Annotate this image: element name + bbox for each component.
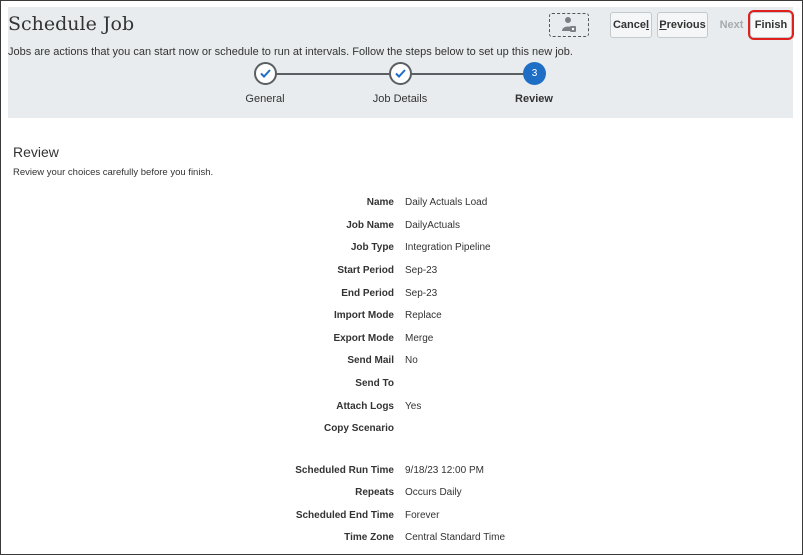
step-job-details-check-icon[interactable]: [389, 62, 412, 85]
user-lock-icon[interactable]: [549, 13, 589, 37]
cancel-button-accesskey: l: [645, 19, 650, 31]
field-value: Merge: [405, 333, 434, 344]
next-button[interactable]: Next: [713, 12, 750, 38]
schedule-row: Repeats Occurs Daily: [1, 487, 803, 505]
train-connector-1: [275, 73, 401, 75]
step-label-job-details[interactable]: Job Details: [355, 93, 445, 105]
cancel-button[interactable]: Cance l: [610, 12, 652, 38]
field-value: 9/18/23 12:00 PM: [405, 465, 484, 476]
field-label: Export Mode: [333, 333, 394, 344]
review-title: Review: [13, 144, 59, 160]
field-value: Sep-23: [405, 288, 438, 299]
field-label: Job Name: [346, 220, 394, 231]
field-value: Sep-23: [405, 265, 438, 276]
field-row: Export Mode Merge: [1, 333, 803, 351]
field-value: No: [405, 355, 418, 366]
field-row: Attach Logs Yes: [1, 401, 803, 419]
schedule-row: Scheduled Run Time 9/18/23 12:00 PM: [1, 465, 803, 483]
field-value: Integration Pipeline: [405, 242, 491, 253]
finish-highlight: [748, 10, 794, 40]
field-row: Send Mail No: [1, 355, 803, 373]
field-value: Daily Actuals Load: [405, 197, 488, 208]
field-label: Scheduled Run Time: [295, 465, 394, 476]
field-value: Occurs Daily: [405, 487, 462, 498]
field-label: Name: [366, 197, 394, 208]
field-label: Scheduled End Time: [295, 510, 394, 521]
field-label: Attach Logs: [336, 401, 394, 412]
step-label-general[interactable]: General: [220, 93, 310, 105]
field-value: Replace: [405, 310, 442, 321]
field-row: Send To: [1, 378, 803, 396]
field-row: Start Period Sep-23: [1, 265, 803, 283]
field-label: End Period: [341, 288, 394, 299]
field-label: Job Type: [350, 242, 394, 253]
field-value: Yes: [405, 401, 422, 412]
field-row: Name Daily Actuals Load: [1, 197, 803, 215]
field-row: Job Type Integration Pipeline: [1, 242, 803, 260]
schedule-job-header: Schedule Job Jobs are actions that you c…: [8, 7, 794, 118]
field-label: Repeats: [355, 487, 394, 498]
page-description: Jobs are actions that you can start now …: [8, 46, 573, 58]
step-review-current[interactable]: 3: [523, 62, 546, 85]
dialog-frame: Schedule Job Jobs are actions that you c…: [0, 0, 803, 555]
previous-button-accesskey: P: [659, 19, 667, 31]
previous-button-label: revious: [666, 19, 706, 31]
field-row: Import Mode Replace: [1, 310, 803, 328]
review-subtitle: Review your choices carefully before you…: [13, 167, 214, 178]
step-label-review[interactable]: Review: [489, 93, 579, 105]
cancel-button-label: Cance: [612, 19, 646, 31]
field-row: End Period Sep-23: [1, 288, 803, 306]
field-value: Central Standard Time: [405, 532, 506, 543]
train-connector-2: [408, 73, 531, 75]
field-label: Send To: [355, 378, 394, 389]
field-label: Start Period: [337, 265, 394, 276]
schedule-row: Time Zone Central Standard Time: [1, 532, 803, 550]
field-value: DailyActuals: [405, 220, 461, 231]
field-label: Copy Scenario: [323, 423, 394, 434]
field-row: Job Name DailyActuals: [1, 220, 803, 238]
previous-button[interactable]: Previous: [657, 12, 708, 38]
page-title: Schedule Job: [8, 13, 135, 35]
field-label: Send Mail: [347, 355, 394, 366]
schedule-row: Scheduled End Time Forever: [1, 510, 803, 528]
field-label: Time Zone: [344, 532, 394, 543]
field-row: Copy Scenario: [1, 423, 803, 441]
field-label: Import Mode: [334, 310, 394, 321]
field-value: Forever: [405, 510, 440, 521]
step-general-check-icon[interactable]: [254, 62, 277, 85]
